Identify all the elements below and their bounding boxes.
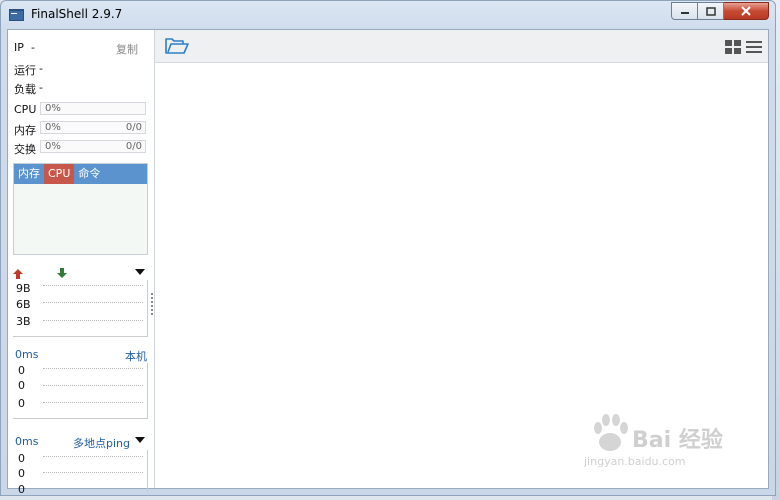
close-button[interactable] [724,2,769,20]
ping-dropdown-icon[interactable] [135,437,146,444]
maximize-button[interactable] [698,2,724,20]
network-tick: 6B [16,298,31,311]
ping-target[interactable]: 多地点ping [73,435,130,451]
copy-ip-button[interactable]: 复制 [116,41,138,57]
download-arrow-icon [57,268,67,278]
latency-tick: 0 [18,397,25,410]
grid-line [43,456,143,457]
latency-target[interactable]: 本机 [125,348,147,364]
main-panel: Bai 经验 jingyan.baidu.com [154,30,768,488]
window-title: FinalShell 2.9.7 [31,7,123,21]
toolbar [155,30,768,63]
tab-memory[interactable]: 内存 [14,164,44,184]
baidu-watermark: Bai 经验 jingyan.baidu.com [580,414,730,472]
app-window: FinalShell 2.9.7 IP - 复制 运行 - 负载 - CPU 0… [0,0,776,496]
grid-line [43,402,143,403]
app-icon [9,9,24,21]
watermark-url: jingyan.baidu.com [584,455,686,468]
network-tick: 9B [16,282,31,295]
grid-line [43,368,143,369]
folder-open-icon[interactable] [165,37,189,55]
tab-cpu[interactable]: CPU [44,164,75,184]
uptime-value: - [39,62,43,75]
swap-meter: 0% 0/0 [40,140,146,153]
ping-graph: 0 0 0 [13,450,148,496]
ping-tick: 0 [18,452,25,465]
cpu-meter: 0% [40,102,146,115]
grid-line [43,472,143,473]
ping-tick: 0 [18,483,25,496]
ip-value: - [31,41,35,54]
latency-tick: 0 [18,364,25,377]
swap-percent: 0% [45,141,61,152]
network-graph: 9B 6B 3B [13,280,148,337]
grid-view-icon[interactable] [725,39,741,55]
memory-percent: 0% [45,122,61,133]
cpu-label: CPU [14,103,37,116]
watermark-text: Bai 经验 [632,428,723,453]
memory-label: 内存 [14,124,36,137]
load-label: 负载 [14,83,36,96]
maximize-icon [705,6,716,16]
cpu-percent: 0% [45,103,61,114]
latency-graph: 0 0 0 [13,363,148,419]
load-value: - [39,81,43,94]
title-bar[interactable]: FinalShell 2.9.7 [1,1,775,29]
latency-value: 0ms [15,348,39,361]
upload-arrow-icon [13,269,23,279]
network-dropdown-icon[interactable] [135,269,146,276]
memory-meter: 0% 0/0 [40,121,146,134]
ip-label: IP [14,41,24,54]
minimize-icon [680,12,689,14]
process-panel: 内存 CPU 命令 [13,163,148,255]
grid-line [43,320,143,321]
process-tabs: 内存 CPU 命令 [14,164,147,184]
ping-value: 0ms [15,435,39,448]
paw-logo-icon [594,414,628,451]
grid-line [43,285,143,286]
tab-command[interactable]: 命令 [74,164,104,184]
status-sidebar: IP - 复制 运行 - 负载 - CPU 0% 内存 0% 0/0 交换 0%… [8,30,154,496]
grid-line [43,385,143,386]
close-icon [741,6,751,16]
ping-tick: 0 [18,467,25,480]
grid-line [43,302,143,303]
latency-tick: 0 [18,379,25,392]
network-tick: 3B [16,315,31,328]
client-area: IP - 复制 运行 - 负载 - CPU 0% 内存 0% 0/0 交换 0%… [7,29,769,496]
uptime-label: 运行 [14,64,36,77]
minimize-button[interactable] [671,2,698,20]
memory-value: 0/0 [125,122,142,133]
menu-icon[interactable] [746,39,762,55]
swap-value: 0/0 [125,141,142,152]
swap-label: 交换 [14,143,36,156]
